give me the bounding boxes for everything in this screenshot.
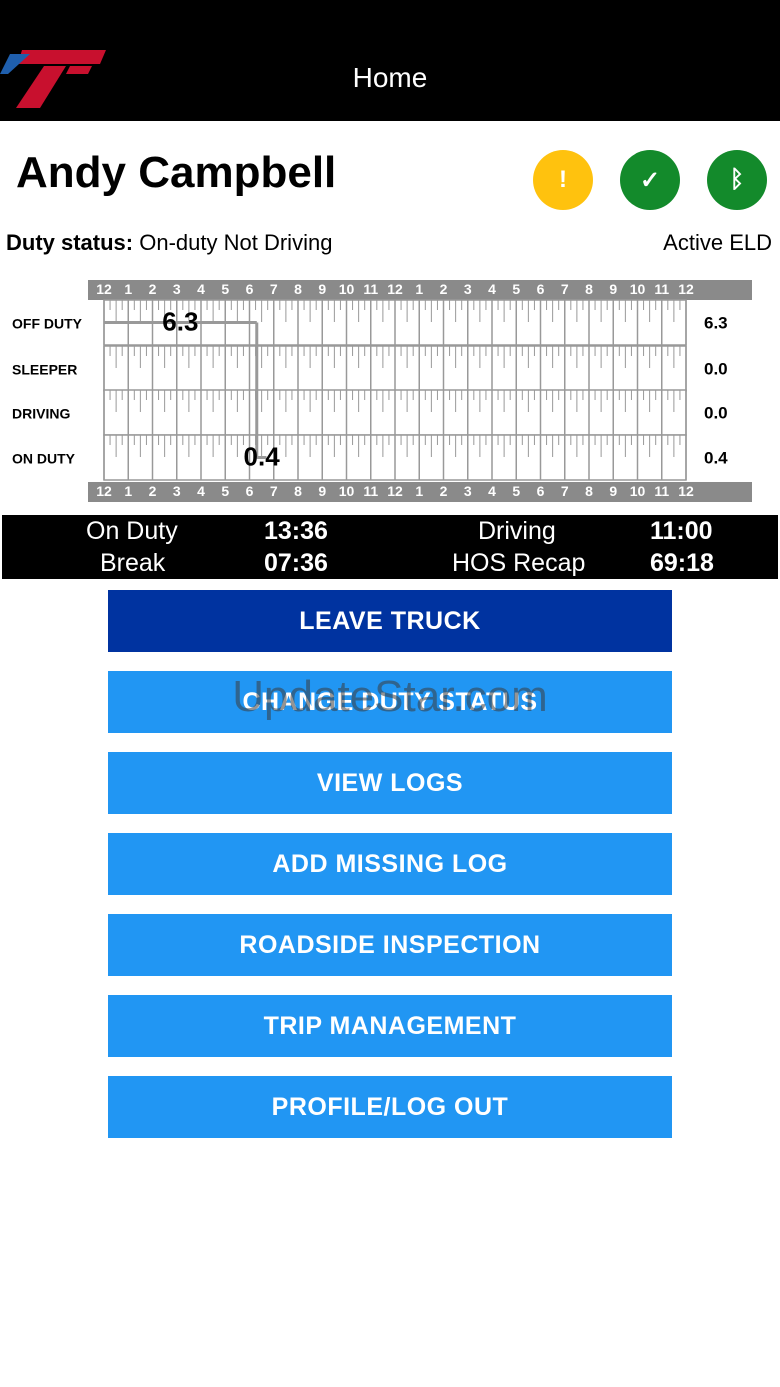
row-total: 6.3 [704,314,728,333]
hour-label-bottom: 3 [464,483,472,499]
hour-label-bottom: 2 [440,483,448,499]
hour-label-bottom: 9 [609,483,617,499]
hour-label-bottom: 4 [197,483,205,499]
view-logs-button[interactable]: VIEW LOGS [108,752,672,814]
hour-label-top: 2 [440,281,448,297]
hour-label-bottom: 1 [415,483,423,499]
hour-label-top: 2 [149,281,157,297]
hour-label-bottom: 8 [585,483,593,499]
hos-summary: On Duty 13:36 Driving 11:00 Break 07:36 … [2,515,778,579]
hour-label-bottom: 11 [654,483,669,499]
hour-label-bottom: 6 [537,483,545,499]
hos-recap-value: 69:18 [650,549,714,577]
row-total: 0.0 [704,404,728,423]
on-duty-value: 13:36 [264,517,328,545]
hour-label-top: 10 [630,281,646,297]
row-label: DRIVING [12,406,70,422]
hour-label-top: 4 [197,281,205,297]
row-total: 0.0 [704,360,728,379]
hour-label-bottom: 11 [363,483,378,499]
break-label: Break [100,549,166,577]
trip-management-button[interactable]: TRIP MANAGEMENT [108,995,672,1057]
hour-label-top: 1 [415,281,423,297]
row-label: SLEEPER [12,362,77,378]
check-icon[interactable]: ✓ [620,150,680,210]
driver-name: Andy Campbell [16,148,337,197]
hour-label-bottom: 7 [561,483,569,499]
hour-label-top: 7 [270,281,278,297]
duty-status-value: On-duty Not Driving [139,230,333,255]
hour-label-top: 9 [318,281,326,297]
hour-label-bottom: 5 [221,483,229,499]
hour-label-bottom: 10 [339,483,355,499]
hour-label-top: 6 [246,281,254,297]
duty-segment-label: 0.4 [244,442,281,472]
break-value: 07:36 [264,549,328,577]
driving-label: Driving [478,517,556,545]
change-duty-status-button[interactable]: CHANGE DUTY STATUS [108,671,672,733]
hour-label-top: 5 [512,281,520,297]
hour-label-top: 6 [537,281,545,297]
eld-status: Active ELD [663,230,772,255]
hour-label-bottom: 1 [124,483,132,499]
hour-label-top: 11 [363,281,378,297]
row-label: OFF DUTY [12,316,83,332]
hour-label-bottom: 2 [149,483,157,499]
profile-logout-button[interactable]: PROFILE/LOG OUT [108,1076,672,1138]
hour-label-bottom: 3 [173,483,181,499]
log-graph[interactable]: 1212112233445566778899101011111212112233… [0,278,780,510]
row-label: ON DUTY [12,451,76,467]
duty-segment-label: 6.3 [162,307,198,337]
bluetooth-icon[interactable]: ᛒ [707,150,767,210]
hour-label-top: 4 [488,281,496,297]
add-missing-log-button[interactable]: ADD MISSING LOG [108,833,672,895]
hour-label-top: 5 [221,281,229,297]
duty-status: Duty status: On-duty Not Driving [6,230,332,256]
hour-label-top: 12 [678,281,694,297]
hour-label-top: 7 [561,281,569,297]
hour-label-bottom: 9 [318,483,326,499]
hour-label-bottom: 4 [488,483,496,499]
app-header: Home [0,0,780,121]
hour-label-bottom: 12 [96,483,112,499]
hour-label-bottom: 6 [246,483,254,499]
alert-icon[interactable]: ! [533,150,593,210]
hour-label-top: 8 [294,281,302,297]
row-total: 0.4 [704,449,728,468]
page-title: Home [352,62,428,93]
leave-truck-button[interactable]: LEAVE TRUCK [108,590,672,652]
hour-label-bottom: 5 [512,483,520,499]
on-duty-label: On Duty [86,517,178,545]
hour-label-bottom: 10 [630,483,646,499]
hour-label-top: 1 [124,281,132,297]
hour-label-top: 11 [654,281,669,297]
hos-recap-label: HOS Recap [452,549,586,577]
hour-label-top: 9 [609,281,617,297]
hour-label-bottom: 8 [294,483,302,499]
duty-status-label: Duty status: [6,230,134,255]
hour-label-bottom: 7 [270,483,278,499]
hour-label-top: 10 [339,281,355,297]
hour-label-bottom: 12 [678,483,694,499]
hour-label-top: 3 [464,281,472,297]
hour-label-bottom: 12 [387,483,403,499]
hour-label-top: 12 [96,281,112,297]
hour-label-top: 12 [387,281,403,297]
hour-label-top: 8 [585,281,593,297]
driving-value: 11:00 [650,517,713,545]
roadside-inspection-button[interactable]: ROADSIDE INSPECTION [108,914,672,976]
hour-label-top: 3 [173,281,181,297]
